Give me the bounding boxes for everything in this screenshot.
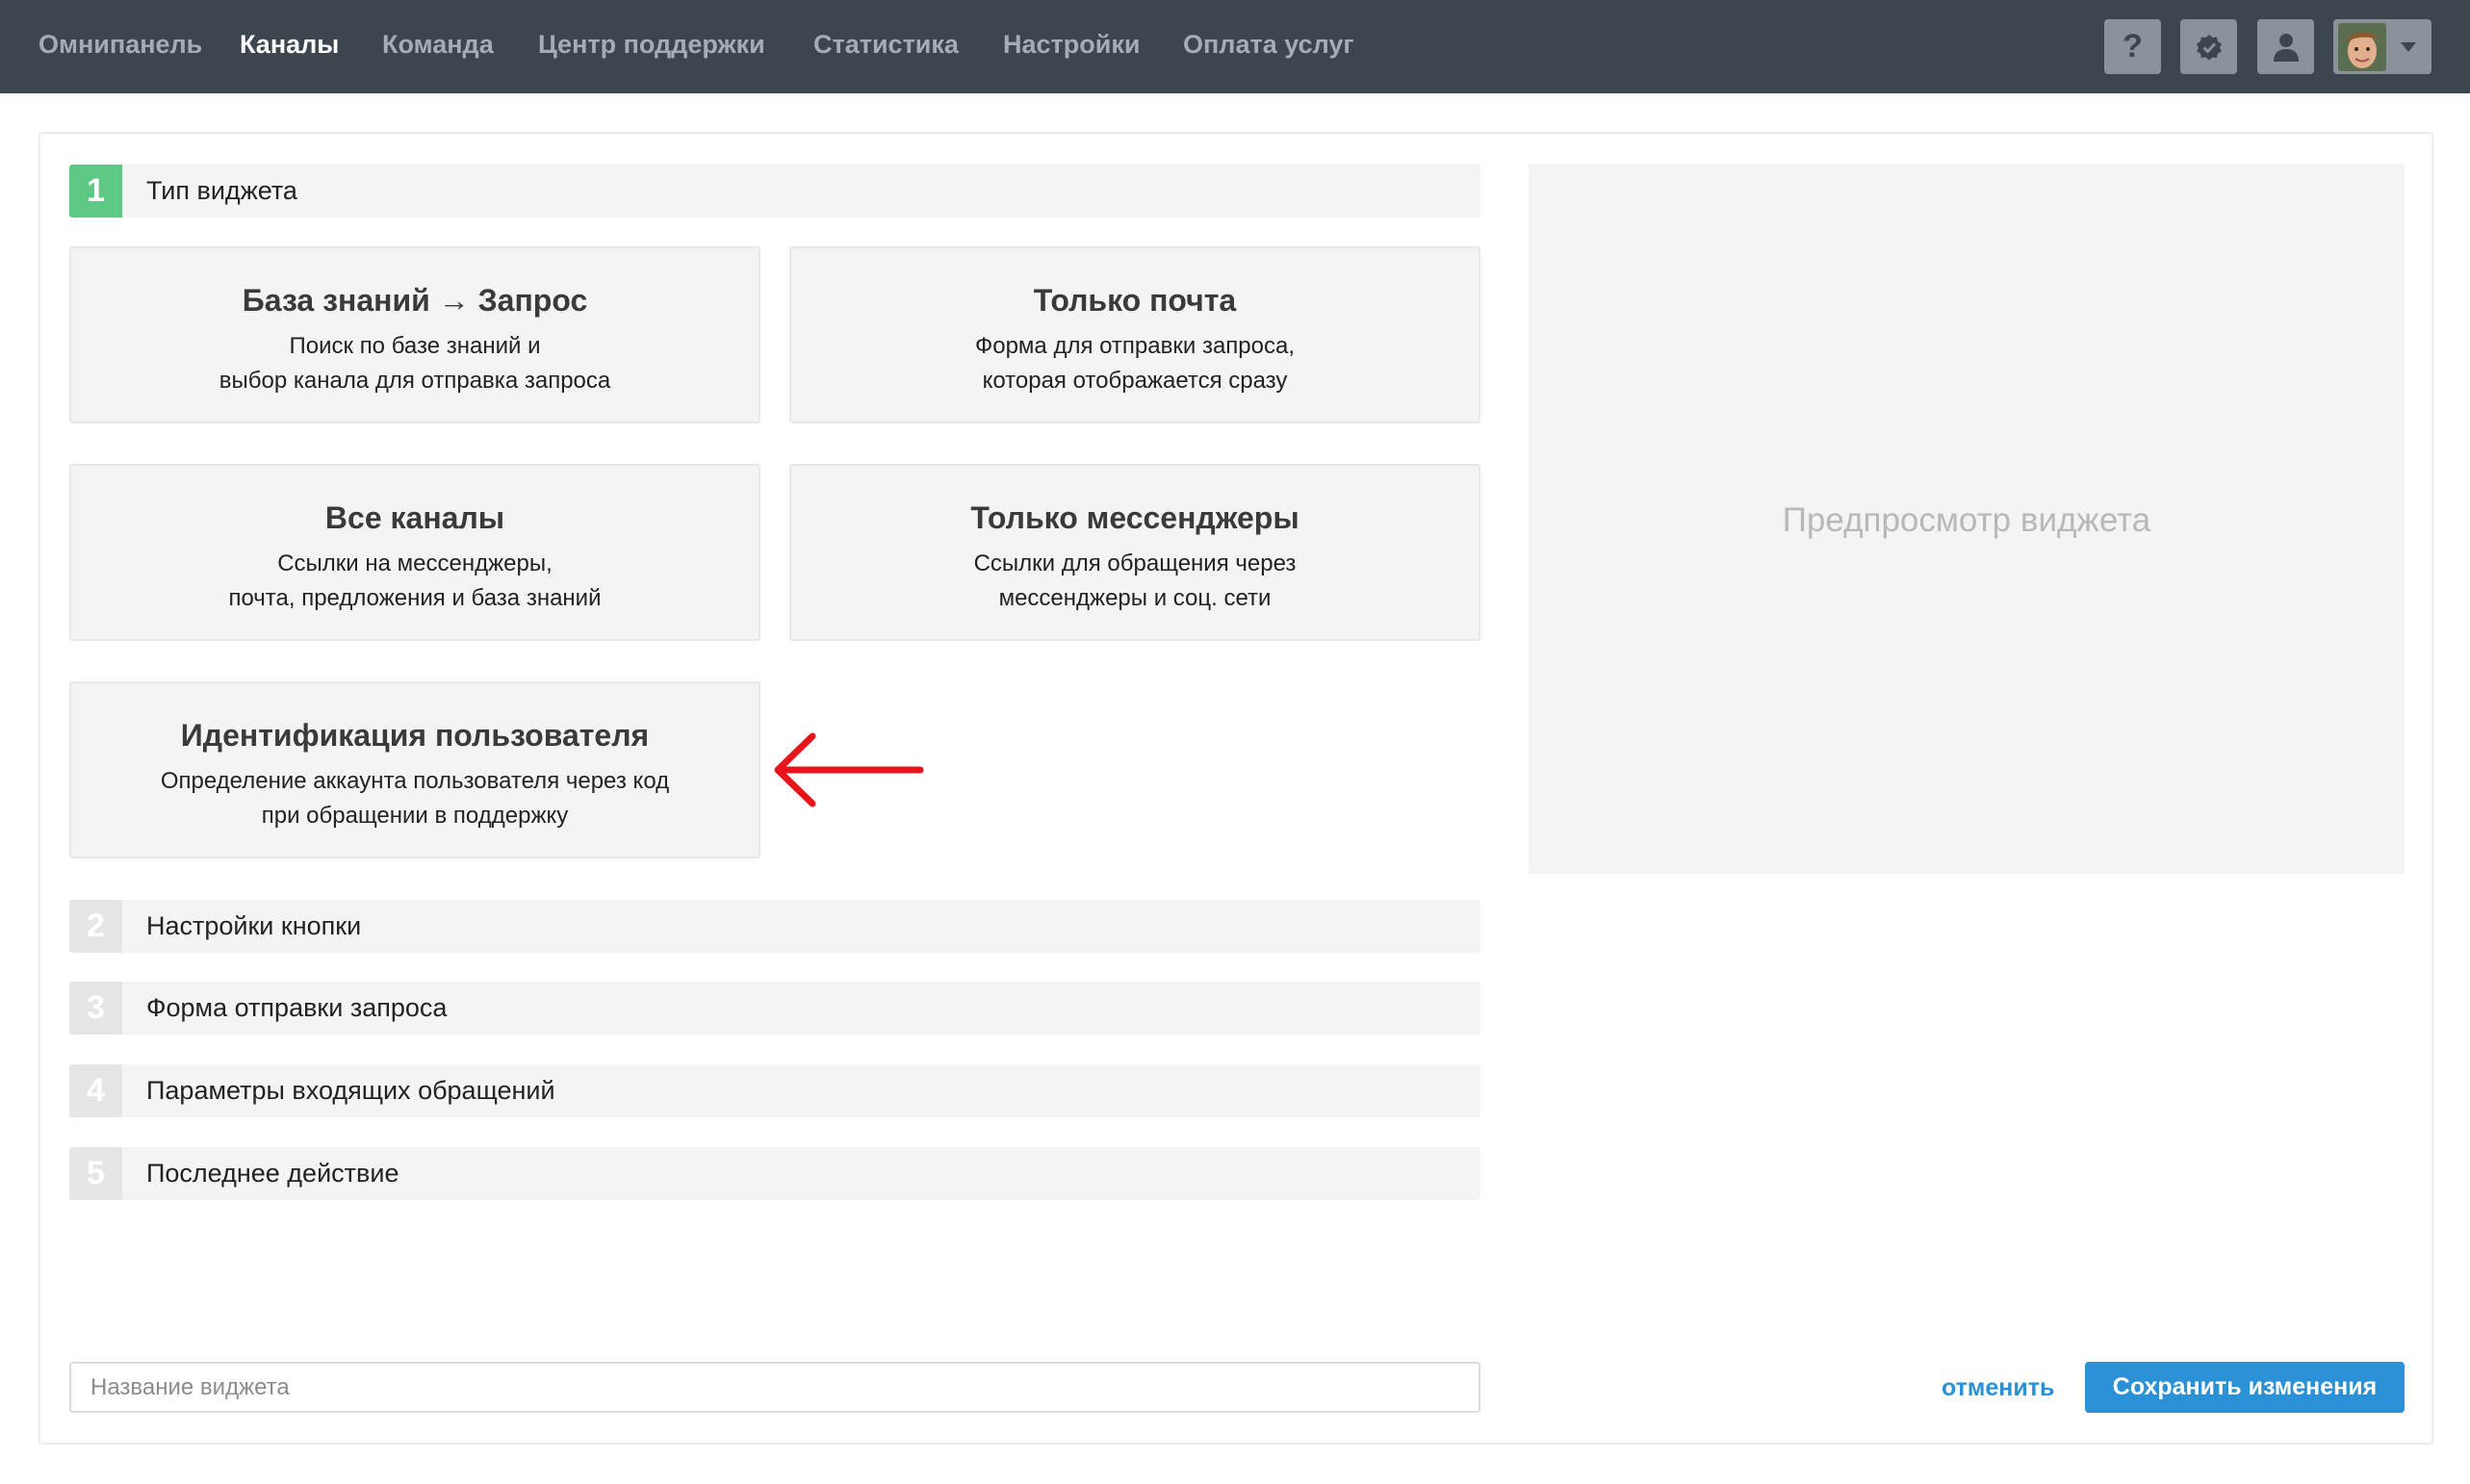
step-button-settings[interactable]: 2 Настройки кнопки <box>69 900 1480 953</box>
nav-item-channels[interactable]: Каналы <box>240 29 339 60</box>
widget-name-input[interactable] <box>69 1362 1480 1413</box>
step-number: 4 <box>69 1064 122 1117</box>
step-request-form[interactable]: 3 Форма отправки запроса <box>69 982 1480 1035</box>
help-icon: ? <box>2123 28 2143 64</box>
user-icon <box>2273 33 2299 62</box>
nav-item-billing[interactable]: Оплата услуг <box>1183 29 1354 60</box>
widget-type-email-only[interactable]: Только почта Форма для отправки запроса,… <box>789 246 1480 423</box>
nav-item-omnipanel[interactable]: Омнипанель <box>39 29 202 60</box>
step-number: 3 <box>69 982 122 1035</box>
chevron-down-icon <box>2401 42 2416 52</box>
step-label: Параметры входящих обращений <box>146 1076 555 1105</box>
help-button[interactable]: ? <box>2104 19 2161 74</box>
step-widget-type[interactable]: 1 Тип виджета <box>69 165 1480 217</box>
widget-type-messengers-only[interactable]: Только мессенджеры Ссылки для обращения … <box>789 464 1480 641</box>
card-title: Идентификация пользователя <box>180 718 650 753</box>
preview-placeholder: Предпросмотр виджета <box>1782 501 2151 539</box>
card-description: Поиск по базе знаний и выбор канала для … <box>219 333 611 394</box>
step-last-action[interactable]: 5 Последнее действие <box>69 1147 1480 1200</box>
step-label: Последнее действие <box>146 1159 399 1188</box>
widget-type-user-identification[interactable]: Идентификация пользователя Определение а… <box>69 681 760 858</box>
step-label: Настройки кнопки <box>146 911 362 940</box>
account-menu-button[interactable] <box>2333 19 2431 74</box>
avatar <box>2338 23 2386 71</box>
cancel-link[interactable]: отменить <box>1942 1373 2054 1402</box>
card-title: Все каналы <box>324 500 505 535</box>
nav-item-settings[interactable]: Настройки <box>1003 29 1140 60</box>
nav-item-statistics[interactable]: Статистика <box>813 29 959 60</box>
status-button[interactable] <box>2180 19 2237 74</box>
card-description: Ссылки для обращения через мессенджеры и… <box>973 550 1297 611</box>
badge-check-icon <box>2196 34 2222 60</box>
step-number: 2 <box>69 900 122 953</box>
top-navigation-bar: Омнипанель Каналы Команда Центр поддержк… <box>0 0 2470 93</box>
widget-type-all-channels[interactable]: Все каналы Ссылки на мессенджеры, почта,… <box>69 464 760 641</box>
step-number: 1 <box>69 165 122 217</box>
card-title: Только почта <box>1033 283 1237 318</box>
annotation-arrow-icon <box>774 732 924 807</box>
save-changes-button[interactable]: Сохранить изменения <box>2085 1362 2405 1413</box>
profile-button[interactable] <box>2257 19 2314 74</box>
card-title: База знаний → Запрос <box>242 283 588 318</box>
card-description: Ссылки на мессенджеры, почта, предложени… <box>228 550 602 611</box>
step-label: Форма отправки запроса <box>146 993 448 1022</box>
card-description: Форма для отправки запроса, которая отоб… <box>974 333 1295 394</box>
widget-type-kb-request[interactable]: База знаний → Запрос Поиск по базе знани… <box>69 246 760 423</box>
nav-item-support-center[interactable]: Центр поддержки <box>538 29 765 60</box>
card-title: Только мессенджеры <box>970 500 1299 535</box>
step-label: Тип виджета <box>146 176 297 205</box>
widget-preview: Предпросмотр виджета <box>1529 165 2405 874</box>
nav-item-team[interactable]: Команда <box>382 29 494 60</box>
card-description: Определение аккаунта пользователя через … <box>160 768 670 829</box>
step-incoming-params[interactable]: 4 Параметры входящих обращений <box>69 1064 1480 1117</box>
step-number: 5 <box>69 1147 122 1200</box>
